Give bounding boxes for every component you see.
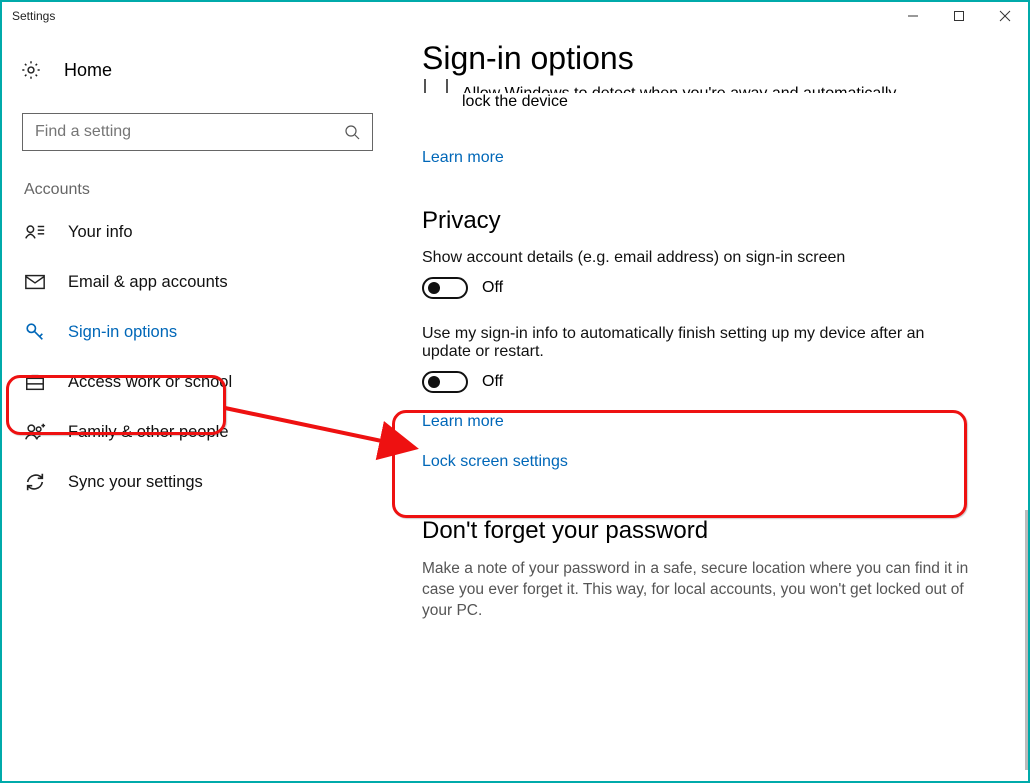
window-controls <box>890 2 1028 30</box>
privacy-toggle-1[interactable] <box>422 277 468 299</box>
sidebar-item-your-info[interactable]: Your info <box>12 207 387 257</box>
privacy-toggle-2-state: Off <box>482 373 503 391</box>
learn-more-link-1[interactable]: Learn more <box>422 149 1010 167</box>
sidebar-item-label: Your info <box>68 223 133 242</box>
scrollbar[interactable] <box>1025 510 1028 770</box>
sidebar-item-label: Sign-in options <box>68 323 177 342</box>
sidebar-item-sync[interactable]: Sync your settings <box>12 457 387 507</box>
maximize-button[interactable] <box>936 2 982 30</box>
home-label: Home <box>64 60 112 81</box>
person-card-icon <box>24 221 46 243</box>
sidebar-section-label: Accounts <box>24 181 387 199</box>
privacy-setting-1-label: Show account details (e.g. email address… <box>422 249 982 267</box>
privacy-heading: Privacy <box>422 207 1010 235</box>
search-box[interactable] <box>22 113 373 151</box>
lock-checkbox-partial[interactable] <box>424 79 448 93</box>
sidebar-item-work-school[interactable]: Access work or school <box>12 357 387 407</box>
minimize-button[interactable] <box>890 2 936 30</box>
search-icon <box>344 124 360 140</box>
gear-icon <box>20 59 42 81</box>
mail-icon <box>24 271 46 293</box>
close-button[interactable] <box>982 2 1028 30</box>
password-body-text: Make a note of your password in a safe, … <box>422 559 982 622</box>
page-title: Sign-in options <box>422 40 1010 77</box>
privacy-setting-2-label: Use my sign-in info to automatically fin… <box>422 325 962 361</box>
sidebar-item-label: Sync your settings <box>68 473 203 492</box>
main-content: Sign-in options Allow Windows to detect … <box>397 30 1028 781</box>
sync-icon <box>24 471 46 493</box>
privacy-toggle-2[interactable] <box>422 371 468 393</box>
sidebar-item-family-people[interactable]: Family & other people <box>12 407 387 457</box>
sidebar: Home Accounts Your info <box>2 30 397 781</box>
learn-more-link-2[interactable]: Learn more <box>422 413 1010 431</box>
key-icon <box>24 321 46 343</box>
sidebar-item-label: Family & other people <box>68 423 229 442</box>
lock-setting-text-top: Allow Windows to detect when you're away… <box>462 85 896 93</box>
search-input[interactable] <box>35 123 344 141</box>
sidebar-item-signin-options[interactable]: Sign-in options <box>12 307 387 357</box>
titlebar: Settings <box>2 2 1028 30</box>
password-heading: Don't forget your password <box>422 517 1010 545</box>
sidebar-item-email-accounts[interactable]: Email & app accounts <box>12 257 387 307</box>
people-icon <box>24 421 46 443</box>
lock-screen-settings-link[interactable]: Lock screen settings <box>422 453 1010 471</box>
home-button[interactable]: Home <box>12 45 387 95</box>
sidebar-item-label: Access work or school <box>68 373 232 392</box>
privacy-toggle-1-state: Off <box>482 279 503 297</box>
lock-setting-text-bottom: lock the device <box>462 93 1010 111</box>
sidebar-item-label: Email & app accounts <box>68 273 228 292</box>
window-title: Settings <box>12 9 55 23</box>
briefcase-icon <box>24 371 46 393</box>
